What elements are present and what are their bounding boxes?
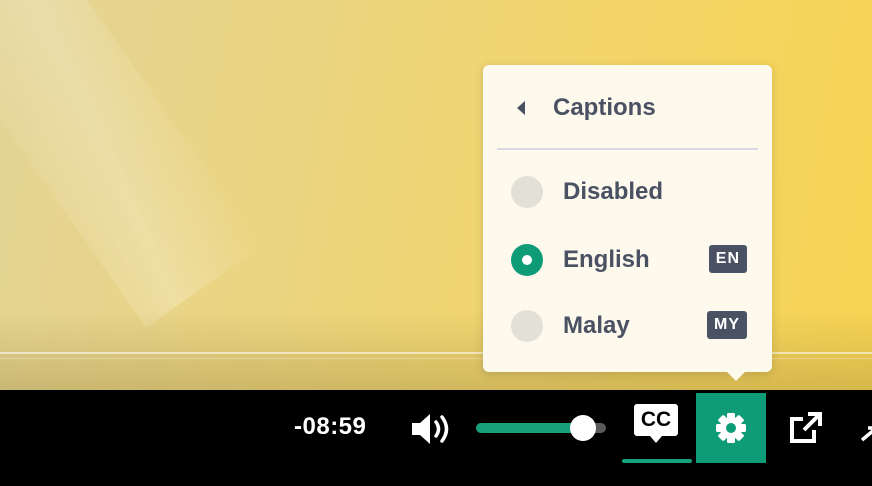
settings-button[interactable] [696, 393, 766, 463]
cc-icon-tail [650, 436, 662, 443]
captions-menu-title: Captions [553, 94, 656, 121]
caption-option-label: Disabled [563, 178, 664, 205]
caption-option-label: Malay [563, 312, 630, 339]
captions-button[interactable]: CC [622, 400, 692, 463]
caption-option-malay[interactable]: Malay MY [483, 297, 772, 357]
language-badge: MY [707, 311, 747, 339]
time-remaining: -08:59 [294, 413, 367, 440]
cc-icon: CC [634, 404, 678, 436]
radio-malay[interactable] [511, 310, 543, 342]
captions-menu-back[interactable]: Captions [483, 65, 772, 149]
volume-icon[interactable] [410, 412, 456, 446]
fullscreen-button[interactable] [856, 420, 872, 460]
radio-disabled[interactable] [511, 176, 543, 208]
captions-menu: Captions Disabled English EN Malay MY [483, 65, 772, 372]
menu-divider [497, 148, 758, 150]
menu-pointer [727, 372, 745, 381]
external-link-button[interactable] [786, 408, 826, 448]
radio-english[interactable] [511, 244, 543, 276]
fullscreen-icon [860, 426, 872, 442]
caption-option-disabled[interactable]: Disabled [483, 163, 772, 223]
caption-option-label: English [563, 246, 650, 273]
player-controls: -08:59 CC [0, 390, 872, 486]
gear-icon [716, 413, 746, 443]
language-badge: EN [708, 245, 747, 273]
chevron-left-icon[interactable] [517, 101, 525, 115]
caption-option-english[interactable]: English EN [483, 231, 772, 291]
captions-active-indicator [622, 459, 692, 463]
volume-handle[interactable] [569, 415, 596, 441]
external-link-icon [790, 412, 822, 443]
volume-slider[interactable] [476, 415, 606, 441]
video-light-streak [0, 0, 261, 328]
volume-level [476, 423, 583, 433]
